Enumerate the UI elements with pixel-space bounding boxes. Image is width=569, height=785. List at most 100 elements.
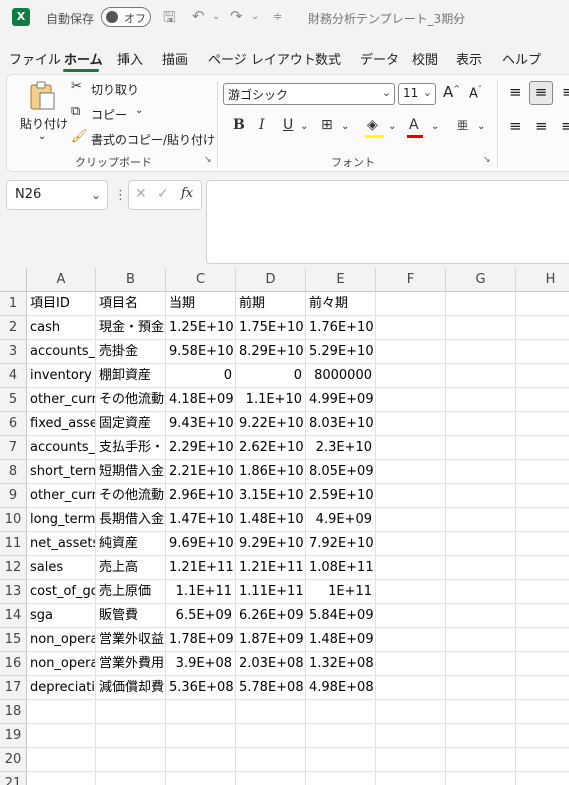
cell[interactable] [516, 436, 569, 460]
cell[interactable]: 0 [236, 364, 306, 388]
cell[interactable] [446, 652, 516, 676]
cell[interactable]: 6.26E+09 [236, 604, 306, 628]
cell[interactable] [516, 292, 569, 316]
column-header-h[interactable]: H [516, 268, 569, 292]
cell[interactable]: sales [27, 556, 96, 580]
cell[interactable] [376, 700, 446, 724]
cell[interactable]: 売上原価 [96, 580, 166, 604]
cell[interactable]: 3.9E+08 [166, 652, 236, 676]
cell[interactable]: non_operating_expenses [27, 652, 96, 676]
cell[interactable] [516, 340, 569, 364]
cell[interactable] [516, 388, 569, 412]
align-middle-icon[interactable]: ≡ [529, 81, 553, 105]
cell[interactable]: 2.3E+10 [306, 436, 376, 460]
cell[interactable] [96, 772, 166, 785]
cell[interactable] [516, 724, 569, 748]
save-icon[interactable]: 🖫 [163, 7, 176, 32]
column-header-f[interactable]: F [376, 268, 446, 292]
cell[interactable]: 9.69E+10 [166, 532, 236, 556]
format-painter-icon[interactable]: 🖌 [71, 129, 88, 144]
column-header-b[interactable]: B [96, 268, 166, 292]
align-center-icon[interactable]: ≡ [535, 117, 548, 135]
cell[interactable]: 7.92E+10 [306, 532, 376, 556]
cell[interactable]: 棚卸資産 [96, 364, 166, 388]
cell[interactable]: 固定資産 [96, 412, 166, 436]
font-launcher-icon[interactable]: ↘ [483, 155, 491, 165]
cell[interactable]: 1.86E+10 [236, 460, 306, 484]
cell[interactable]: long_term_debt [27, 508, 96, 532]
insert-function-icon[interactable]: fx [181, 186, 193, 201]
row-header[interactable]: 15 [0, 628, 27, 652]
cell[interactable]: 9.58E+10 [166, 340, 236, 364]
cell[interactable] [376, 388, 446, 412]
cell[interactable] [446, 484, 516, 508]
undo-icon[interactable]: ↶ [192, 7, 205, 25]
align-left-icon[interactable]: ≡ [509, 117, 522, 135]
select-all-corner[interactable] [0, 268, 27, 292]
fill-color-dropdown-icon[interactable]: ⌄ [388, 121, 396, 132]
cell[interactable]: 8.03E+10 [306, 412, 376, 436]
cell[interactable] [446, 508, 516, 532]
cell[interactable]: depreciation [27, 676, 96, 700]
cell[interactable] [376, 580, 446, 604]
cell[interactable] [516, 604, 569, 628]
copy-icon[interactable]: ⧉ [71, 104, 80, 119]
cell[interactable] [516, 412, 569, 436]
cell[interactable]: 当期 [166, 292, 236, 316]
cell[interactable] [27, 772, 96, 785]
cell[interactable]: 6.5E+09 [166, 604, 236, 628]
row-header[interactable]: 14 [0, 604, 27, 628]
phonetic-dropdown-icon[interactable]: ⌄ [477, 121, 485, 132]
cell[interactable] [446, 532, 516, 556]
cell[interactable] [236, 772, 306, 785]
tab-insert[interactable]: 挿入 [117, 49, 143, 68]
align-bottom-icon[interactable]: ≡ [562, 83, 569, 101]
redo-dropdown-icon[interactable]: ⌄ [251, 11, 259, 22]
cell[interactable]: その他流動負債 [96, 484, 166, 508]
column-header-g[interactable]: G [446, 268, 516, 292]
cell[interactable] [446, 604, 516, 628]
cell[interactable]: 3.15E+10 [236, 484, 306, 508]
cell[interactable] [166, 748, 236, 772]
cell[interactable] [516, 748, 569, 772]
cell[interactable]: 1.21E+11 [166, 556, 236, 580]
cell[interactable] [446, 292, 516, 316]
tab-view[interactable]: 表示 [456, 49, 482, 68]
cell[interactable] [376, 364, 446, 388]
cell[interactable] [376, 532, 446, 556]
cell[interactable]: 1.78E+09 [166, 628, 236, 652]
row-header[interactable]: 9 [0, 484, 27, 508]
clipboard-launcher-icon[interactable]: ↘ [204, 155, 212, 165]
align-top-icon[interactable]: ≡ [509, 83, 522, 101]
cell[interactable]: 1.21E+11 [236, 556, 306, 580]
tab-page-layout[interactable]: ページ レイアウト [208, 49, 316, 68]
cell[interactable] [446, 364, 516, 388]
cell[interactable]: 1.87E+09 [236, 628, 306, 652]
cell[interactable]: 1.1E+10 [236, 388, 306, 412]
cell[interactable] [376, 604, 446, 628]
cell[interactable] [446, 700, 516, 724]
cell[interactable]: その他流動資産 [96, 388, 166, 412]
cell[interactable]: 売上高 [96, 556, 166, 580]
cell[interactable] [516, 580, 569, 604]
cell[interactable]: 1.47E+10 [166, 508, 236, 532]
cell[interactable] [376, 724, 446, 748]
cell[interactable] [516, 628, 569, 652]
cell[interactable]: 減価償却費 [96, 676, 166, 700]
row-header[interactable]: 12 [0, 556, 27, 580]
row-header[interactable]: 8 [0, 460, 27, 484]
tab-help[interactable]: ヘルプ [502, 49, 541, 68]
cell[interactable] [446, 580, 516, 604]
cell[interactable]: net_assets [27, 532, 96, 556]
redo-icon[interactable]: ↷ [230, 7, 243, 25]
cell[interactable] [446, 724, 516, 748]
cell[interactable] [376, 412, 446, 436]
cell[interactable]: 1.76E+10 [306, 316, 376, 340]
column-header-d[interactable]: D [236, 268, 306, 292]
row-header[interactable]: 4 [0, 364, 27, 388]
format-painter-button[interactable]: 書式のコピー/貼り付け [91, 131, 215, 148]
cell[interactable] [446, 748, 516, 772]
title-dropdown-icon[interactable]: ⌄ [452, 11, 461, 24]
cell[interactable]: non_operating_income [27, 628, 96, 652]
cell[interactable]: 8000000 [306, 364, 376, 388]
